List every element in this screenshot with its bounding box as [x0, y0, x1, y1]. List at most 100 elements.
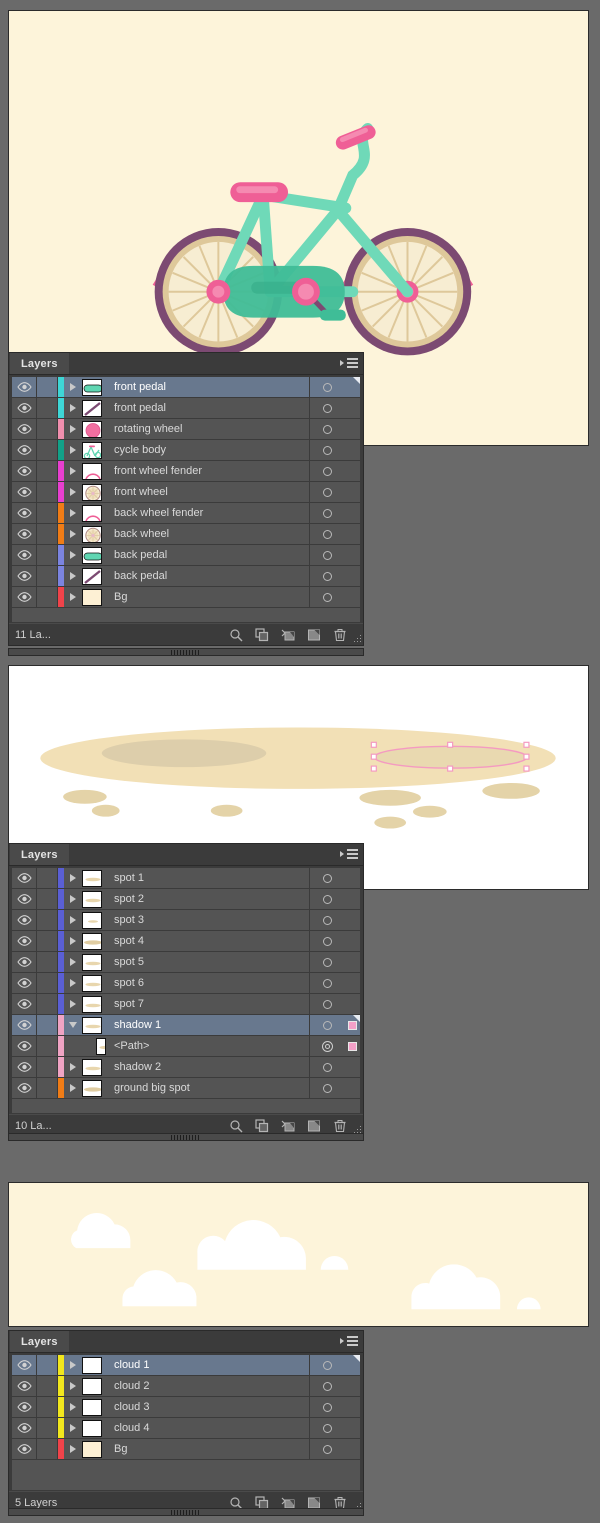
layer-thumbnail[interactable] [82, 440, 106, 460]
layers-panel-ground[interactable]: Layers spot 1 spot 2 spot 3 spot 4 spot 5 spo… [8, 843, 364, 1137]
layer-thumbnail[interactable] [82, 889, 106, 909]
layer-name-label[interactable]: spot 4 [106, 935, 309, 947]
visibility-eye-icon[interactable] [16, 1402, 32, 1412]
visibility-toggle[interactable] [12, 973, 37, 993]
panel-resize-handle-bicycle[interactable] [8, 648, 364, 656]
lock-toggle[interactable] [37, 398, 58, 418]
target-indicator[interactable] [309, 973, 344, 993]
layer-row[interactable]: spot 3 [12, 910, 360, 931]
layer-name-label[interactable]: rotating wheel [106, 423, 309, 435]
visibility-toggle[interactable] [12, 566, 37, 586]
visibility-eye-icon[interactable] [16, 550, 32, 560]
disclosure-toggle[interactable] [64, 524, 82, 544]
lock-toggle[interactable] [37, 1397, 58, 1417]
disclosure-toggle[interactable] [64, 1355, 82, 1375]
layers-empty-space[interactable] [12, 1099, 360, 1114]
disclosure-toggle[interactable] [64, 566, 82, 586]
disclosure-toggle[interactable] [64, 1418, 82, 1438]
lock-toggle[interactable] [37, 1036, 58, 1056]
visibility-toggle[interactable] [12, 503, 37, 523]
visibility-toggle[interactable] [12, 952, 37, 972]
layer-row[interactable]: shadow 1 [12, 1015, 360, 1036]
lock-toggle[interactable] [37, 482, 58, 502]
visibility-eye-icon[interactable] [16, 403, 32, 413]
disclosure-toggle[interactable] [64, 910, 82, 930]
target-indicator[interactable] [309, 1439, 344, 1459]
layer-name-label[interactable]: cycle body [106, 444, 309, 456]
artboard-clouds[interactable] [8, 1182, 589, 1327]
layer-name-label[interactable]: back pedal [106, 570, 309, 582]
disclosure-toggle[interactable] [64, 1057, 82, 1077]
lock-toggle[interactable] [37, 1376, 58, 1396]
lock-toggle[interactable] [37, 994, 58, 1014]
lock-toggle[interactable] [37, 1418, 58, 1438]
visibility-toggle[interactable] [12, 440, 37, 460]
disclosure-toggle[interactable] [64, 482, 82, 502]
visibility-eye-icon[interactable] [16, 978, 32, 988]
visibility-eye-icon[interactable] [16, 1020, 32, 1030]
layer-thumbnail[interactable] [82, 524, 106, 544]
visibility-toggle[interactable] [12, 461, 37, 481]
resize-grip-icon[interactable] [352, 635, 361, 644]
layer-row[interactable]: back pedal [12, 545, 360, 566]
layer-thumbnail[interactable] [82, 398, 106, 418]
duplicate-layer-icon[interactable] [255, 627, 269, 642]
layer-row[interactable]: front wheel fender [12, 461, 360, 482]
layer-name-label[interactable]: shadow 2 [106, 1061, 309, 1073]
layer-row[interactable]: spot 2 [12, 889, 360, 910]
layer-name-label[interactable]: spot 1 [106, 872, 309, 884]
target-indicator[interactable] [309, 587, 344, 607]
disclosure-toggle[interactable] [64, 973, 82, 993]
visibility-eye-icon[interactable] [16, 571, 32, 581]
visibility-eye-icon[interactable] [16, 894, 32, 904]
visibility-eye-icon[interactable] [16, 1444, 32, 1454]
new-layer-icon[interactable] [307, 1119, 321, 1133]
layer-row[interactable]: rotating wheel [12, 419, 360, 440]
visibility-eye-icon[interactable] [16, 915, 32, 925]
disclosure-toggle[interactable] [64, 587, 82, 607]
visibility-toggle[interactable] [12, 377, 37, 397]
create-sublayer-icon[interactable] [281, 628, 295, 642]
visibility-toggle[interactable] [12, 1057, 37, 1077]
tab-layers[interactable]: Layers [10, 353, 69, 374]
target-indicator[interactable] [309, 503, 344, 523]
layer-thumbnail[interactable] [82, 1355, 106, 1375]
target-indicator[interactable] [309, 440, 344, 460]
visibility-eye-icon[interactable] [16, 445, 32, 455]
lock-toggle[interactable] [37, 952, 58, 972]
layer-name-label[interactable]: cloud 1 [106, 1359, 309, 1371]
layer-thumbnail[interactable] [82, 377, 106, 397]
visibility-eye-icon[interactable] [16, 936, 32, 946]
layer-row[interactable]: spot 4 [12, 931, 360, 952]
lock-toggle[interactable] [37, 440, 58, 460]
disclosure-toggle[interactable] [64, 440, 82, 460]
visibility-toggle[interactable] [12, 1397, 37, 1417]
visibility-toggle[interactable] [12, 868, 37, 888]
layer-row[interactable]: cycle body [12, 440, 360, 461]
layer-name-label[interactable]: front wheel [106, 486, 309, 498]
target-indicator[interactable] [309, 461, 344, 481]
layer-row[interactable]: cloud 4 [12, 1418, 360, 1439]
disclosure-toggle[interactable] [64, 398, 82, 418]
delete-layer-icon[interactable] [333, 628, 347, 642]
lock-toggle[interactable] [37, 545, 58, 565]
layer-name-label[interactable]: spot 7 [106, 998, 309, 1010]
tab-layers[interactable]: Layers [10, 844, 69, 865]
locate-object-icon[interactable] [229, 628, 243, 642]
layer-thumbnail[interactable] [82, 973, 106, 993]
target-indicator[interactable] [309, 524, 344, 544]
layer-thumbnail[interactable] [82, 545, 106, 565]
layer-thumbnail[interactable] [82, 868, 106, 888]
layer-row[interactable]: front pedal [12, 398, 360, 419]
layer-row[interactable]: spot 1 [12, 868, 360, 889]
layer-thumbnail[interactable] [82, 1376, 106, 1396]
visibility-toggle[interactable] [12, 1355, 37, 1375]
visibility-eye-icon[interactable] [16, 1083, 32, 1093]
visibility-toggle[interactable] [12, 994, 37, 1014]
layer-row[interactable]: Bg [12, 1439, 360, 1460]
layer-thumbnail[interactable] [82, 1439, 106, 1459]
layer-thumbnail[interactable] [82, 1015, 106, 1035]
disclosure-toggle[interactable] [64, 503, 82, 523]
visibility-eye-icon[interactable] [16, 382, 32, 392]
duplicate-layer-icon[interactable] [255, 1118, 269, 1133]
